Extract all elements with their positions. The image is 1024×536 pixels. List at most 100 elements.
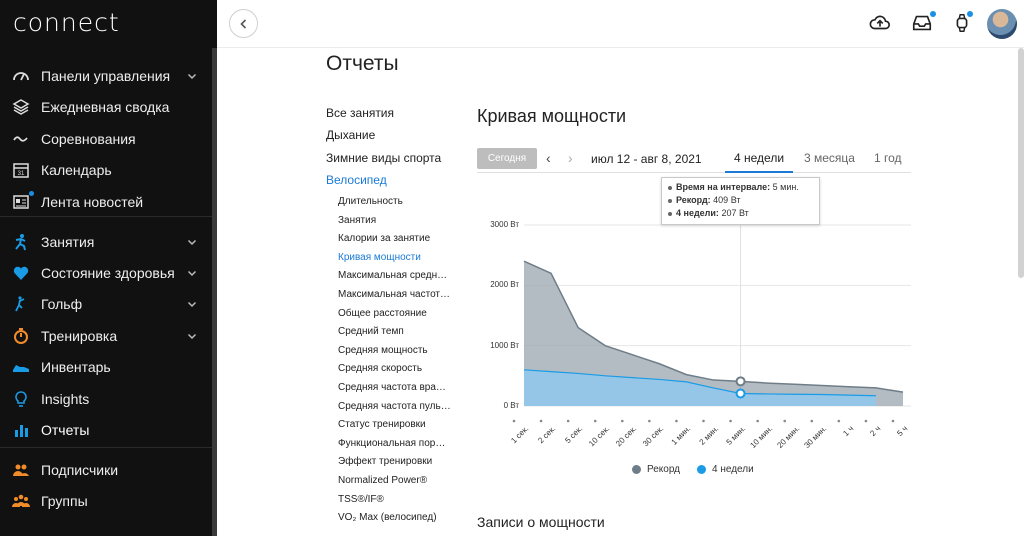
report-subcategory-item[interactable]: Статус тренировки (338, 419, 450, 430)
report-subcategory-item[interactable]: Кривая мощности (338, 252, 450, 263)
sidebar-item-6[interactable]: Состояние здоровья (0, 259, 212, 287)
report-subcategory-item[interactable]: Максимальная средн… (338, 270, 450, 281)
sidebar-item-10[interactable]: Insights (0, 385, 212, 413)
lightbulb-icon (12, 390, 30, 408)
report-subcategory-item[interactable]: Normalized Power® (338, 475, 450, 486)
newsfeed-icon (12, 191, 34, 211)
sidebar-item-0[interactable]: Панели управления (0, 62, 212, 90)
inbox-notification-dot (930, 11, 936, 17)
legend-item-record[interactable]: Рекорд (632, 464, 680, 475)
x-tick-dot (648, 419, 651, 423)
report-subcategory-item[interactable]: Средняя скорость (338, 363, 450, 374)
report-category-item[interactable]: Зимние виды спорта (326, 151, 441, 165)
page-scrollbar[interactable] (1018, 48, 1024, 278)
back-button[interactable] (229, 9, 258, 38)
report-subcategory-item[interactable]: Средний темп (338, 326, 450, 337)
y-tick-label: 3000 Вт (490, 220, 519, 229)
today-button[interactable]: Сегодня (477, 148, 537, 169)
x-tick-dot (810, 419, 814, 423)
sidebar-item-label: Календарь (41, 162, 112, 178)
heart-icon (12, 264, 30, 282)
date-range: июл 12 - авг 8, 2021 (591, 152, 702, 166)
sidebar-item-4[interactable]: Лента новостей (0, 188, 212, 216)
sidebar-item-label: Тренировка (41, 328, 118, 344)
watch-notification-dot (967, 11, 973, 17)
sidebar-item-label: Занятия (41, 234, 95, 250)
back-arrow-icon (239, 18, 246, 29)
report-subcategory-item[interactable]: Максимальная частот… (338, 289, 450, 300)
report-subcategory-item[interactable]: VO₂ Max (велосипед) (338, 512, 450, 523)
top-bar (217, 0, 1024, 48)
next-period-icon[interactable]: › (568, 150, 573, 166)
x-tick-dot (620, 419, 624, 423)
legend-item-4-weeks[interactable]: 4 недели (697, 464, 754, 475)
report-subcategory-item[interactable]: Общее расстояние (338, 308, 450, 319)
chart-title: Кривая мощности (477, 106, 627, 126)
tab-1-year[interactable]: 1 год (874, 151, 902, 165)
tooltip-record-label: Рекорд: (676, 195, 711, 205)
x-tick-dot (837, 419, 841, 423)
chevron-down-icon[interactable] (186, 266, 198, 278)
y-tick-label: 0 Вт (503, 401, 519, 410)
tooltip-weeks-label: 4 недели: (676, 208, 719, 218)
x-tick-dot (729, 419, 732, 423)
report-subcategory-item[interactable]: Средняя частота пуль… (338, 401, 450, 412)
tooltip-record-value: 409 Вт (713, 195, 741, 205)
sidebar-scrollbar[interactable] (212, 48, 217, 536)
chevron-down-icon[interactable] (186, 235, 198, 247)
report-category-item[interactable]: Все занятия (326, 106, 394, 120)
sidebar-item-7[interactable]: Гольф (0, 290, 212, 318)
sidebar-item-label: Подписчики (41, 462, 119, 478)
sidebar-item-11[interactable]: Отчеты (0, 416, 212, 444)
sidebar-item-9[interactable]: Инвентарь (0, 353, 212, 381)
tab-4-weeks[interactable]: 4 недели (734, 151, 784, 165)
y-tick-label: 2000 Вт (490, 280, 519, 290)
report-subcategory-item[interactable]: Функциональная пор… (338, 438, 450, 449)
report-subcategory-item[interactable]: Калории за занятие (338, 233, 450, 244)
running-person-icon (12, 233, 30, 251)
tab-3-months[interactable]: 3 месяца (804, 151, 855, 165)
report-subcategory-item[interactable]: Эффект тренировки (338, 456, 450, 467)
chevron-down-icon[interactable] (186, 329, 198, 341)
report-subcategory-item[interactable]: Средняя мощность (338, 345, 450, 356)
chart-tooltip: Время на интервале: 5 мин. Рекорд: 409 В… (661, 177, 820, 225)
sidebar-item-label: Инвентарь (41, 359, 111, 375)
x-tick-dot (783, 419, 787, 423)
user-avatar[interactable] (987, 9, 1017, 39)
golf-icon (12, 295, 30, 313)
sidebar-item-3[interactable]: 31 Календарь (0, 156, 212, 184)
prev-period-icon[interactable]: ‹ (546, 150, 551, 166)
x-tick-dot (566, 419, 570, 423)
bullet-icon (668, 185, 672, 190)
sidebar-item-1[interactable]: Ежедневная сводка (0, 93, 212, 121)
sidebar-divider (0, 447, 212, 448)
report-subcategory-item[interactable]: Занятия (338, 215, 450, 226)
legend-swatch-4-weeks (697, 465, 706, 474)
sidebar-item-8[interactable]: Тренировка (0, 322, 212, 350)
sidebar-item-label: Гольф (41, 296, 83, 312)
sidebar-item-12[interactable]: Подписчики (0, 456, 212, 484)
report-subcategory-item[interactable]: Длительность (338, 196, 450, 207)
stopwatch-icon (12, 327, 30, 345)
tabs-baseline (477, 172, 911, 173)
cloud-upload-icon[interactable] (869, 12, 891, 34)
dashboard-icon (12, 67, 30, 85)
report-category-item[interactable]: Велосипед (326, 173, 387, 187)
sidebar-item-5[interactable]: Занятия (0, 228, 212, 256)
report-subcategory-item[interactable]: Средняя частота вра… (338, 382, 450, 393)
tooltip-interval-label: Время на интервале: (676, 182, 771, 192)
report-subcategory-item[interactable]: TSS®/IF® (338, 494, 450, 505)
y-tick-label: 1000 Вт (490, 340, 519, 350)
report-category-item[interactable]: Дыхание (326, 128, 375, 142)
chevron-down-icon[interactable] (186, 297, 198, 309)
x-tick-dot (539, 419, 543, 423)
chevron-down-icon[interactable] (186, 69, 198, 81)
legend-label-record: Рекорд (647, 464, 681, 475)
shoe-icon (12, 358, 30, 376)
sidebar-item-2[interactable]: Соревнования (0, 125, 212, 153)
sidebar-item-13[interactable]: Группы (0, 487, 212, 515)
sidebar-item-label: Группы (41, 493, 88, 509)
power-records-title: Записи о мощности (477, 514, 605, 530)
bullet-icon (668, 211, 672, 216)
sidebar-item-label: Ежедневная сводка (41, 99, 170, 115)
